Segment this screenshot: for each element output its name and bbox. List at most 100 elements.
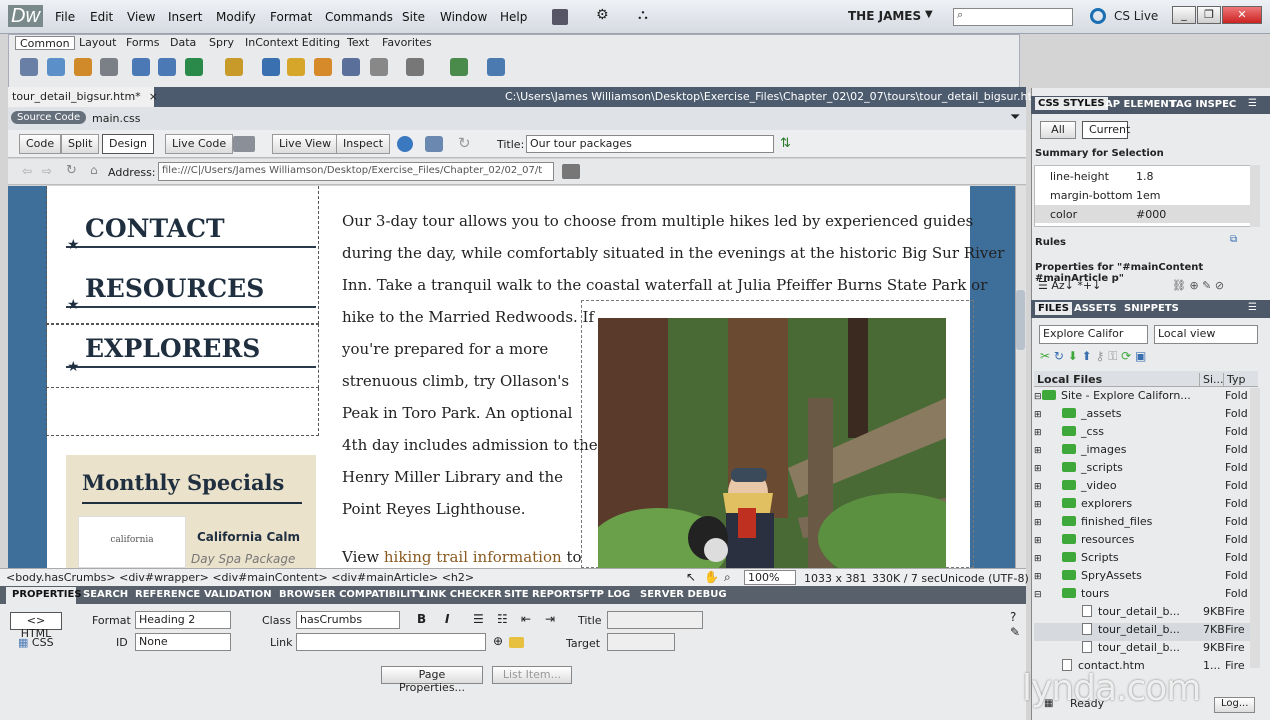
- bold-button[interactable]: B: [417, 612, 426, 626]
- live-view-button[interactable]: Live View: [272, 134, 339, 154]
- insert-tab-common[interactable]: Common: [15, 36, 75, 50]
- nav-explorers[interactable]: EXPLORERS: [85, 334, 260, 363]
- inspect-button[interactable]: Inspect: [336, 134, 391, 154]
- files-toolbar-icons[interactable]: ✂ ↻ ⬇ ⬆ ⚷ ⚿ ⟳ ▣: [1040, 349, 1146, 364]
- css-prop-name[interactable]: line-height: [1050, 170, 1109, 183]
- back-arrow-icon[interactable]: ⇦: [22, 164, 32, 178]
- tab-server-debug[interactable]: SERVER DEBUG: [640, 589, 727, 600]
- class-select[interactable]: hasCrumbs: [296, 611, 400, 629]
- indent-icon[interactable]: ⇥: [545, 612, 555, 626]
- tag-selector[interactable]: <body.hasCrumbs> <div#wrapper> <div#main…: [6, 571, 474, 584]
- templates-icon[interactable]: [406, 58, 424, 76]
- list-item-button[interactable]: List Item...: [492, 666, 572, 684]
- col-size[interactable]: Si...: [1199, 373, 1224, 386]
- css-actions-icons[interactable]: ⛓ ⊕ ✎ ⊘: [1172, 279, 1224, 292]
- restore-button[interactable]: ❐: [1197, 6, 1221, 24]
- tab-browser-compatibility[interactable]: BROWSER COMPATIBILITY: [279, 589, 424, 600]
- menu-insert[interactable]: Insert: [168, 10, 202, 24]
- tab-css-styles[interactable]: CSS STYLES: [1035, 97, 1108, 110]
- file-row[interactable]: ⊞ _video: [1034, 479, 1256, 497]
- address-input[interactable]: file:///C|/Users/James Williamson/Deskto…: [158, 162, 554, 181]
- file-row[interactable]: ⊞ resources: [1034, 533, 1256, 551]
- file-management-icon[interactable]: ⇅: [780, 136, 791, 151]
- category-view-icon[interactable]: ☰ Az↓ *+↓: [1038, 279, 1101, 292]
- tab-reference[interactable]: REFERENCE: [135, 589, 200, 600]
- menu-site[interactable]: Site: [402, 10, 425, 24]
- forward-arrow-icon[interactable]: ⇨: [42, 164, 52, 178]
- scrollbar-thumb[interactable]: [1016, 290, 1025, 350]
- minimize-button[interactable]: _: [1172, 6, 1196, 24]
- css-prop-name[interactable]: margin-bottom: [1050, 189, 1133, 202]
- log-button[interactable]: Log...: [1214, 697, 1256, 713]
- filter-icon[interactable]: ⏷: [1010, 110, 1020, 125]
- css-all-button[interactable]: All: [1040, 121, 1076, 139]
- file-row[interactable]: ⊟ tours: [1034, 587, 1256, 605]
- css-mode-button[interactable]: ▦ CSS: [18, 636, 54, 649]
- point-to-file-icon[interactable]: ⊕: [493, 634, 503, 648]
- file-row[interactable]: ⊞ _css: [1034, 425, 1256, 443]
- menu-edit[interactable]: Edit: [90, 10, 113, 24]
- files-menu-icon[interactable]: ☰: [1248, 302, 1257, 313]
- summary-scrollbar[interactable]: [1250, 165, 1260, 227]
- design-vertical-scrollbar[interactable]: [1015, 186, 1026, 568]
- div-tag-icon[interactable]: [158, 58, 176, 76]
- cs-live-icon[interactable]: [1090, 8, 1106, 24]
- hiker-photo[interactable]: [598, 318, 946, 568]
- hand-tool-icon[interactable]: ✋: [704, 570, 719, 584]
- file-row[interactable]: ⊞ explorers: [1034, 497, 1256, 515]
- close-tab-icon[interactable]: ×: [149, 90, 158, 103]
- code-navigator-icon[interactable]: [233, 136, 255, 152]
- tab-search[interactable]: SEARCH: [83, 589, 128, 600]
- file-row[interactable]: ⊞ _scripts: [1034, 461, 1256, 479]
- tab-ap-elements[interactable]: AP ELEMENT: [1105, 99, 1176, 110]
- format-select[interactable]: Heading 2: [135, 611, 231, 629]
- outdent-icon[interactable]: ⇤: [521, 612, 531, 626]
- col-local-files[interactable]: Local Files: [1037, 373, 1102, 386]
- related-file-main-css[interactable]: main.css: [92, 112, 141, 125]
- tab-site-reports[interactable]: SITE REPORTS: [504, 589, 584, 600]
- target-select[interactable]: [607, 633, 675, 651]
- window-size[interactable]: 1033 x 381: [804, 572, 867, 585]
- comment-icon[interactable]: [314, 58, 332, 76]
- menu-file[interactable]: File: [55, 10, 75, 24]
- file-row[interactable]: ⊞ _images: [1034, 443, 1256, 461]
- file-row[interactable]: ⊟ Site - Explore Californ...: [1034, 389, 1256, 407]
- site-icon[interactable]: ⛬: [638, 7, 648, 23]
- css-prop-value[interactable]: #000: [1136, 208, 1166, 221]
- browser-preview-icon[interactable]: [397, 136, 413, 152]
- cs-live-button[interactable]: CS Live: [1114, 9, 1158, 23]
- script-icon[interactable]: [370, 58, 388, 76]
- insert-tab-spry[interactable]: Spry: [205, 36, 238, 50]
- horizontal-rule-icon[interactable]: [100, 58, 118, 76]
- gear-icon[interactable]: ⚙: [596, 7, 609, 23]
- view-select[interactable]: Local view: [1154, 325, 1258, 344]
- insert-tab-text[interactable]: Text: [343, 36, 373, 50]
- css-current-button[interactable]: Current: [1082, 121, 1130, 139]
- col-type[interactable]: Typ: [1223, 373, 1246, 386]
- tab-assets[interactable]: ASSETS: [1074, 303, 1117, 314]
- help-icon[interactable]: ?: [1010, 610, 1016, 624]
- tab-ftp-log[interactable]: FTP LOG: [583, 589, 630, 600]
- css-prop-name[interactable]: color: [1050, 208, 1077, 221]
- menu-window[interactable]: Window: [440, 10, 487, 24]
- zoom-select[interactable]: 100%: [744, 570, 796, 585]
- layout-icon[interactable]: [552, 9, 568, 25]
- refresh-page-icon[interactable]: ↻: [66, 163, 77, 178]
- nav-contact[interactable]: CONTACT: [85, 214, 225, 243]
- italic-button[interactable]: I: [445, 612, 449, 626]
- home-icon[interactable]: ⌂: [90, 163, 98, 177]
- widget-icon[interactable]: [487, 58, 505, 76]
- help-search-input[interactable]: [953, 8, 1073, 26]
- file-row[interactable]: ⊞ _assets: [1034, 407, 1256, 425]
- ordered-list-icon[interactable]: ☷: [497, 612, 508, 626]
- zoom-tool-icon[interactable]: ⌕: [724, 570, 731, 585]
- file-row[interactable]: ⊞ finished_files: [1034, 515, 1256, 533]
- css-prop-value[interactable]: 1.8: [1136, 170, 1154, 183]
- date-icon[interactable]: [262, 58, 280, 76]
- tab-link-checker[interactable]: LINK CHECKER: [420, 589, 502, 600]
- title-attr-input[interactable]: [607, 611, 703, 629]
- rules-view-icon[interactable]: ⧉: [1230, 234, 1237, 245]
- menu-modify[interactable]: Modify: [216, 10, 256, 24]
- file-row[interactable]: ⊞ Scripts: [1034, 551, 1256, 569]
- insert-tab-favorites[interactable]: Favorites: [378, 36, 436, 50]
